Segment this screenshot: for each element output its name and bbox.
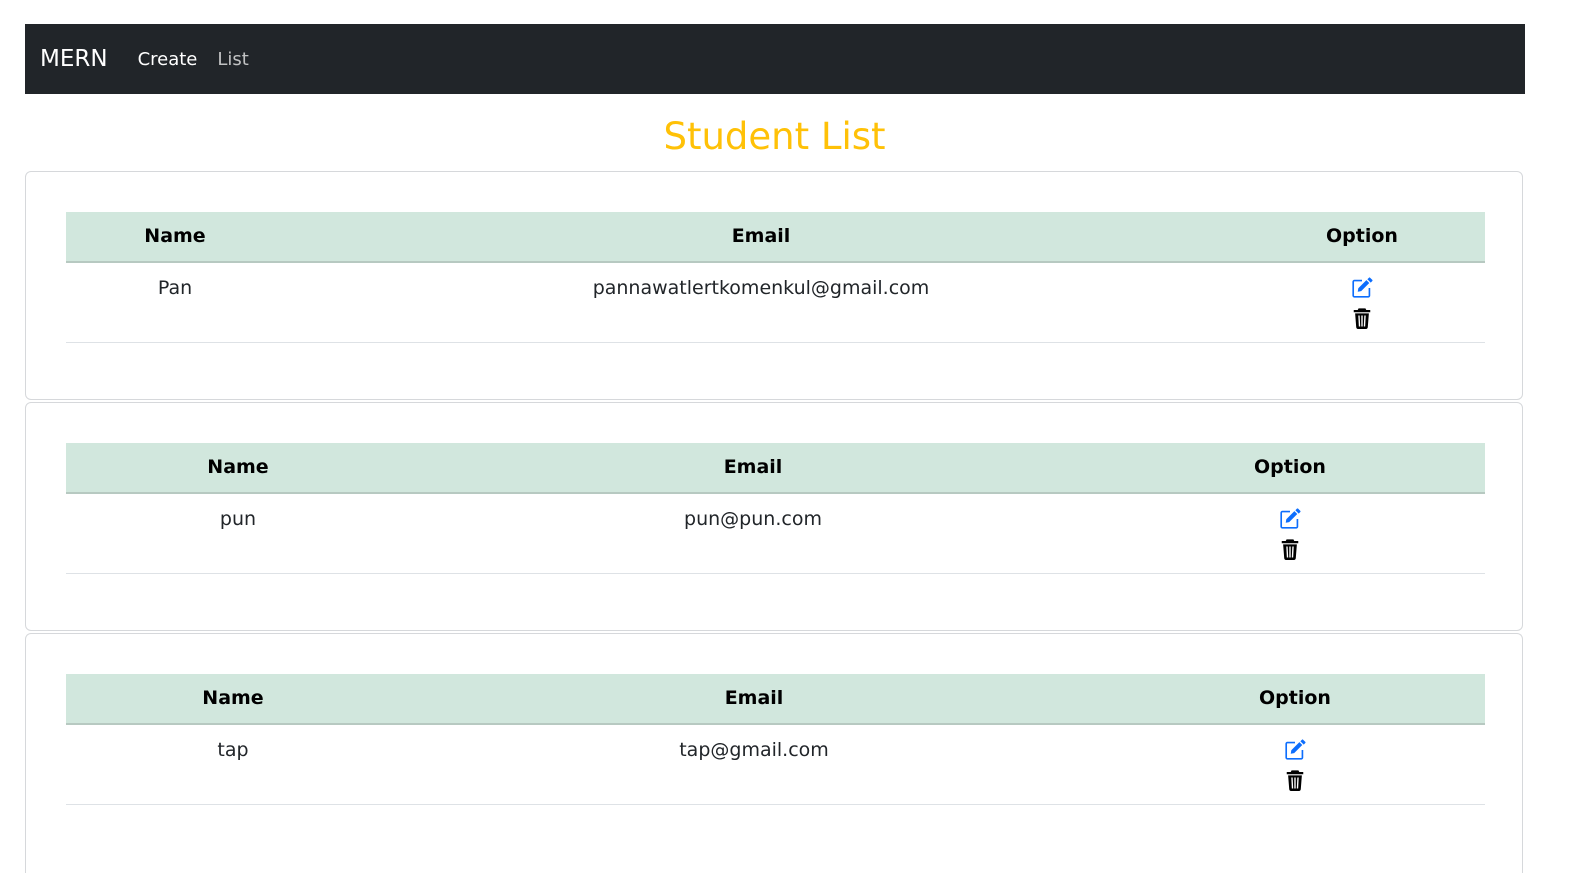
table-row: Pan pannawatlertkomenkul@gmail.com bbox=[66, 263, 1485, 343]
nav-link-create[interactable]: Create bbox=[138, 49, 198, 70]
column-header-name: Name bbox=[144, 225, 206, 247]
table-row: tap tap@gmail.com bbox=[66, 725, 1485, 805]
student-email: pannawatlertkomenkul@gmail.com bbox=[592, 277, 930, 299]
column-header-email: Email bbox=[731, 225, 791, 247]
edit-icon[interactable] bbox=[1284, 739, 1306, 761]
student-card: Name Email Option Pan pannawatlertkomenk… bbox=[25, 171, 1523, 400]
row-options bbox=[1283, 739, 1307, 799]
edit-icon[interactable] bbox=[1351, 277, 1373, 299]
table-row: pun pun@pun.com bbox=[66, 494, 1485, 574]
column-header-email: Email bbox=[724, 687, 784, 709]
trash-icon[interactable] bbox=[1351, 307, 1373, 329]
row-options bbox=[1350, 277, 1374, 337]
trash-icon[interactable] bbox=[1279, 538, 1301, 560]
column-header-option: Option bbox=[1326, 225, 1398, 247]
column-header-name: Name bbox=[202, 687, 264, 709]
student-name: tap bbox=[217, 739, 249, 761]
student-card: Name Email Option pun pun@pun.com bbox=[25, 402, 1523, 631]
student-email: tap@gmail.com bbox=[679, 739, 829, 761]
student-card: Name Email Option tap tap@gmail.com bbox=[25, 633, 1523, 873]
table-header: Name Email Option bbox=[66, 443, 1485, 494]
student-name: Pan bbox=[157, 277, 193, 299]
student-table: Name Email Option Pan pannawatlertkomenk… bbox=[66, 212, 1485, 343]
column-header-option: Option bbox=[1259, 687, 1331, 709]
navbar: MERN Create List bbox=[25, 24, 1525, 94]
edit-icon[interactable] bbox=[1279, 508, 1301, 530]
student-table: Name Email Option tap tap@gmail.com bbox=[66, 674, 1485, 805]
row-options bbox=[1278, 508, 1302, 568]
table-header: Name Email Option bbox=[66, 674, 1485, 725]
student-table: Name Email Option pun pun@pun.com bbox=[66, 443, 1485, 574]
student-email: pun@pun.com bbox=[684, 508, 822, 530]
column-header-option: Option bbox=[1254, 456, 1326, 478]
column-header-email: Email bbox=[723, 456, 783, 478]
page-title: Student List bbox=[663, 115, 886, 158]
navbar-brand[interactable]: MERN bbox=[40, 46, 108, 72]
nav-link-list[interactable]: List bbox=[217, 49, 248, 70]
student-name: pun bbox=[219, 508, 257, 530]
table-header: Name Email Option bbox=[66, 212, 1485, 263]
column-header-name: Name bbox=[207, 456, 269, 478]
trash-icon[interactable] bbox=[1284, 769, 1306, 791]
